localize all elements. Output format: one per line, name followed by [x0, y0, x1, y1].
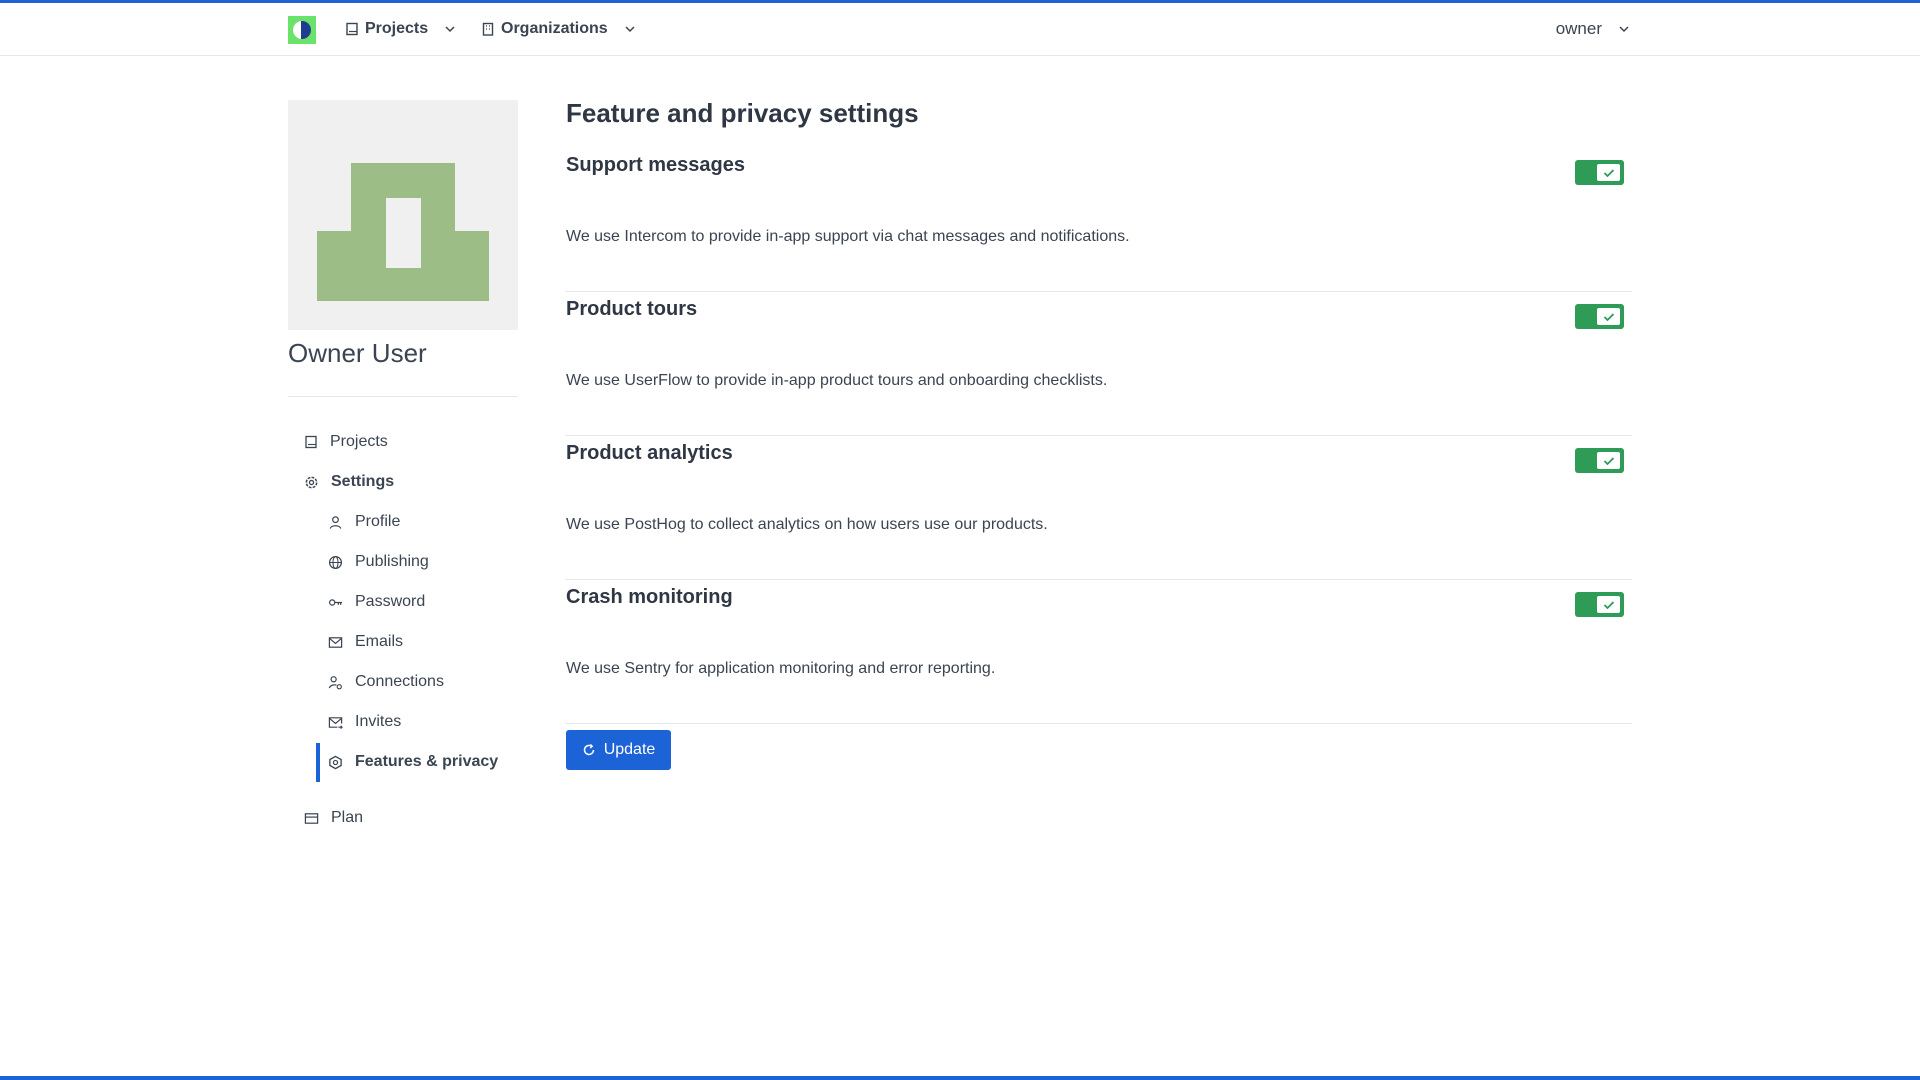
update-button-label: Update — [603, 741, 656, 758]
user-link-icon — [328, 675, 342, 689]
toggle-knob — [1597, 164, 1620, 181]
mail-icon — [328, 636, 343, 648]
toggle-knob — [1597, 596, 1620, 613]
setting-description: We use UserFlow to provide in-app produc… — [566, 372, 1108, 389]
globe-icon — [328, 555, 343, 569]
checkmark-icon — [1603, 456, 1614, 465]
setting-section-product-analytics: Product analytics We use PostHog to coll… — [566, 436, 1632, 580]
chevron-down-icon — [1619, 26, 1629, 33]
checkmark-icon — [1603, 600, 1614, 609]
nav-projects-dropdown[interactable]: Projects — [345, 17, 456, 41]
checkmark-icon — [1603, 312, 1614, 321]
top-navbar: Projects Organizations owner — [0, 3, 1920, 56]
chevron-down-icon — [445, 26, 455, 33]
sidebar-item-label: Password — [355, 593, 426, 610]
sidebar-item-settings[interactable]: Settings — [304, 467, 394, 497]
checkmark-icon — [1603, 168, 1614, 177]
toggle-knob — [1597, 308, 1620, 325]
sidebar-item-label: Features & privacy — [355, 753, 499, 770]
sidebar-item-connections[interactable]: Connections — [328, 667, 444, 697]
app-logo[interactable] — [288, 16, 316, 44]
sidebar-item-plan[interactable]: Plan — [304, 803, 363, 833]
sidebar-item-label: Projects — [330, 433, 388, 450]
sidebar-item-label: Emails — [355, 633, 404, 650]
user-menu-label: owner — [1555, 19, 1602, 38]
user-icon — [329, 515, 342, 529]
sidebar-item-label: Settings — [331, 473, 395, 490]
book-icon — [346, 22, 358, 36]
setting-title: Product tours — [566, 298, 698, 320]
update-button[interactable]: Update — [566, 730, 671, 770]
crash-monitoring-toggle[interactable] — [1575, 592, 1624, 617]
chevron-down-icon — [625, 26, 635, 33]
sidebar-item-projects[interactable]: Projects — [304, 427, 388, 457]
mail-send-icon — [328, 716, 343, 729]
nav-organizations-dropdown[interactable]: Organizations — [481, 17, 636, 41]
refresh-icon — [583, 744, 594, 756]
setting-title: Product analytics — [566, 442, 733, 464]
setting-title: Crash monitoring — [566, 586, 733, 608]
setting-description: We use PostHog to collect analytics on h… — [566, 516, 1048, 533]
gear-icon — [305, 476, 318, 488]
sidebar-item-label: Invites — [355, 713, 402, 730]
sidebar-item-invites[interactable]: Invites — [328, 707, 401, 737]
sidebar-item-profile[interactable]: Profile — [328, 507, 400, 537]
setting-description: We use Sentry for application monitoring… — [566, 660, 996, 677]
bottom-accent-bar — [0, 1076, 1920, 1080]
shield-icon — [329, 755, 342, 769]
logo-mark-icon — [293, 21, 311, 39]
sidebar-item-label: Plan — [331, 809, 364, 826]
sidebar-item-label: Publishing — [355, 553, 429, 570]
setting-section-support-messages: Support messages We use Intercom to prov… — [566, 148, 1632, 292]
key-icon — [328, 598, 343, 606]
product-tours-toggle[interactable] — [1575, 304, 1624, 329]
setting-title: Support messages — [566, 154, 745, 176]
support-messages-toggle[interactable] — [1575, 160, 1624, 185]
setting-description: We use Intercom to provide in-app suppor… — [566, 228, 1130, 245]
sidebar-divider — [288, 396, 518, 397]
sidebar-item-label: Profile — [355, 513, 401, 530]
nav-organizations-label: Organizations — [501, 20, 608, 37]
page-title: Feature and privacy settings — [566, 98, 919, 128]
book-icon — [305, 435, 317, 449]
setting-section-product-tours: Product tours We use UserFlow to provide… — [566, 292, 1632, 436]
active-item-indicator — [316, 743, 320, 782]
sidebar-item-password[interactable]: Password — [328, 587, 425, 617]
toggle-knob — [1597, 452, 1620, 469]
sidebar-item-emails[interactable]: Emails — [328, 627, 403, 657]
nav-projects-label: Projects — [365, 20, 429, 37]
identicon-avatar-icon — [317, 163, 489, 301]
product-analytics-toggle[interactable] — [1575, 448, 1624, 473]
building-icon — [482, 22, 494, 36]
sidebar-item-publishing[interactable]: Publishing — [328, 547, 429, 577]
user-menu-dropdown[interactable]: owner — [1556, 17, 1630, 41]
user-display-name: Owner User — [288, 338, 427, 368]
sidebar-item-label: Connections — [355, 673, 444, 690]
sidebar-item-features-privacy[interactable]: Features & privacy — [328, 747, 498, 777]
setting-section-crash-monitoring: Crash monitoring We use Sentry for appli… — [566, 580, 1632, 724]
avatar — [288, 100, 518, 330]
credit-card-icon — [304, 812, 319, 824]
